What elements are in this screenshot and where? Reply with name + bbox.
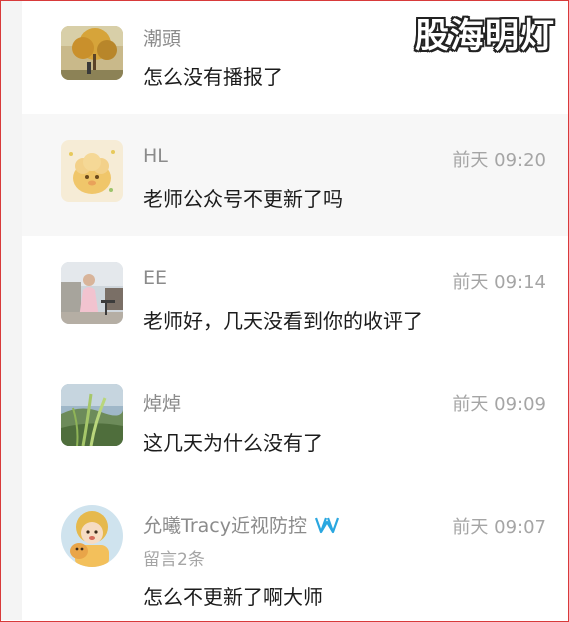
avatar[interactable]	[61, 262, 123, 324]
commenter-name[interactable]: HL	[143, 145, 168, 167]
commenter-name[interactable]: 潮頭	[143, 24, 181, 51]
avatar[interactable]	[61, 384, 123, 446]
comment-text: 这几天为什么没有了	[143, 431, 323, 455]
avatar[interactable]	[61, 140, 123, 202]
watermark-text: 股海明灯	[415, 16, 555, 56]
comment-item: 焯焯 前天 09:09 这几天为什么没有了	[22, 358, 568, 480]
avatar[interactable]	[61, 26, 123, 80]
comment-time: 前天 09:07	[452, 517, 546, 538]
comment-item: 允曦Tracy近视防控 前天 09:07 留言2条 怎么不更新了啊大师	[22, 480, 568, 620]
comment-text: 怎么不更新了啊大师	[143, 585, 323, 609]
commenter-name[interactable]: 允曦Tracy近视防控	[143, 511, 340, 539]
comment-item: HL 前天 09:20 老师公众号不更新了吗	[22, 114, 568, 236]
comment-time: 前天 09:14	[452, 272, 546, 293]
comment-text: 老师好，几天没看到你的收评了	[143, 309, 423, 333]
left-gutter	[1, 0, 22, 620]
comment-time: 前天 09:09	[452, 394, 546, 415]
comment-item: EE 前天 09:14 老师好，几天没看到你的收评了	[22, 236, 568, 358]
comment-text: 怎么没有播报了	[143, 65, 283, 89]
commenter-name[interactable]: 焯焯	[143, 389, 181, 416]
comment-text: 老师公众号不更新了吗	[143, 187, 343, 211]
avatar[interactable]	[61, 505, 123, 567]
verified-icon	[314, 516, 340, 539]
comment-count-link[interactable]: 留言2条	[143, 545, 205, 570]
commenter-name[interactable]: EE	[143, 267, 167, 289]
comment-time: 前天 09:20	[452, 150, 546, 171]
commenter-name-text: 允曦Tracy近视防控	[143, 515, 307, 537]
